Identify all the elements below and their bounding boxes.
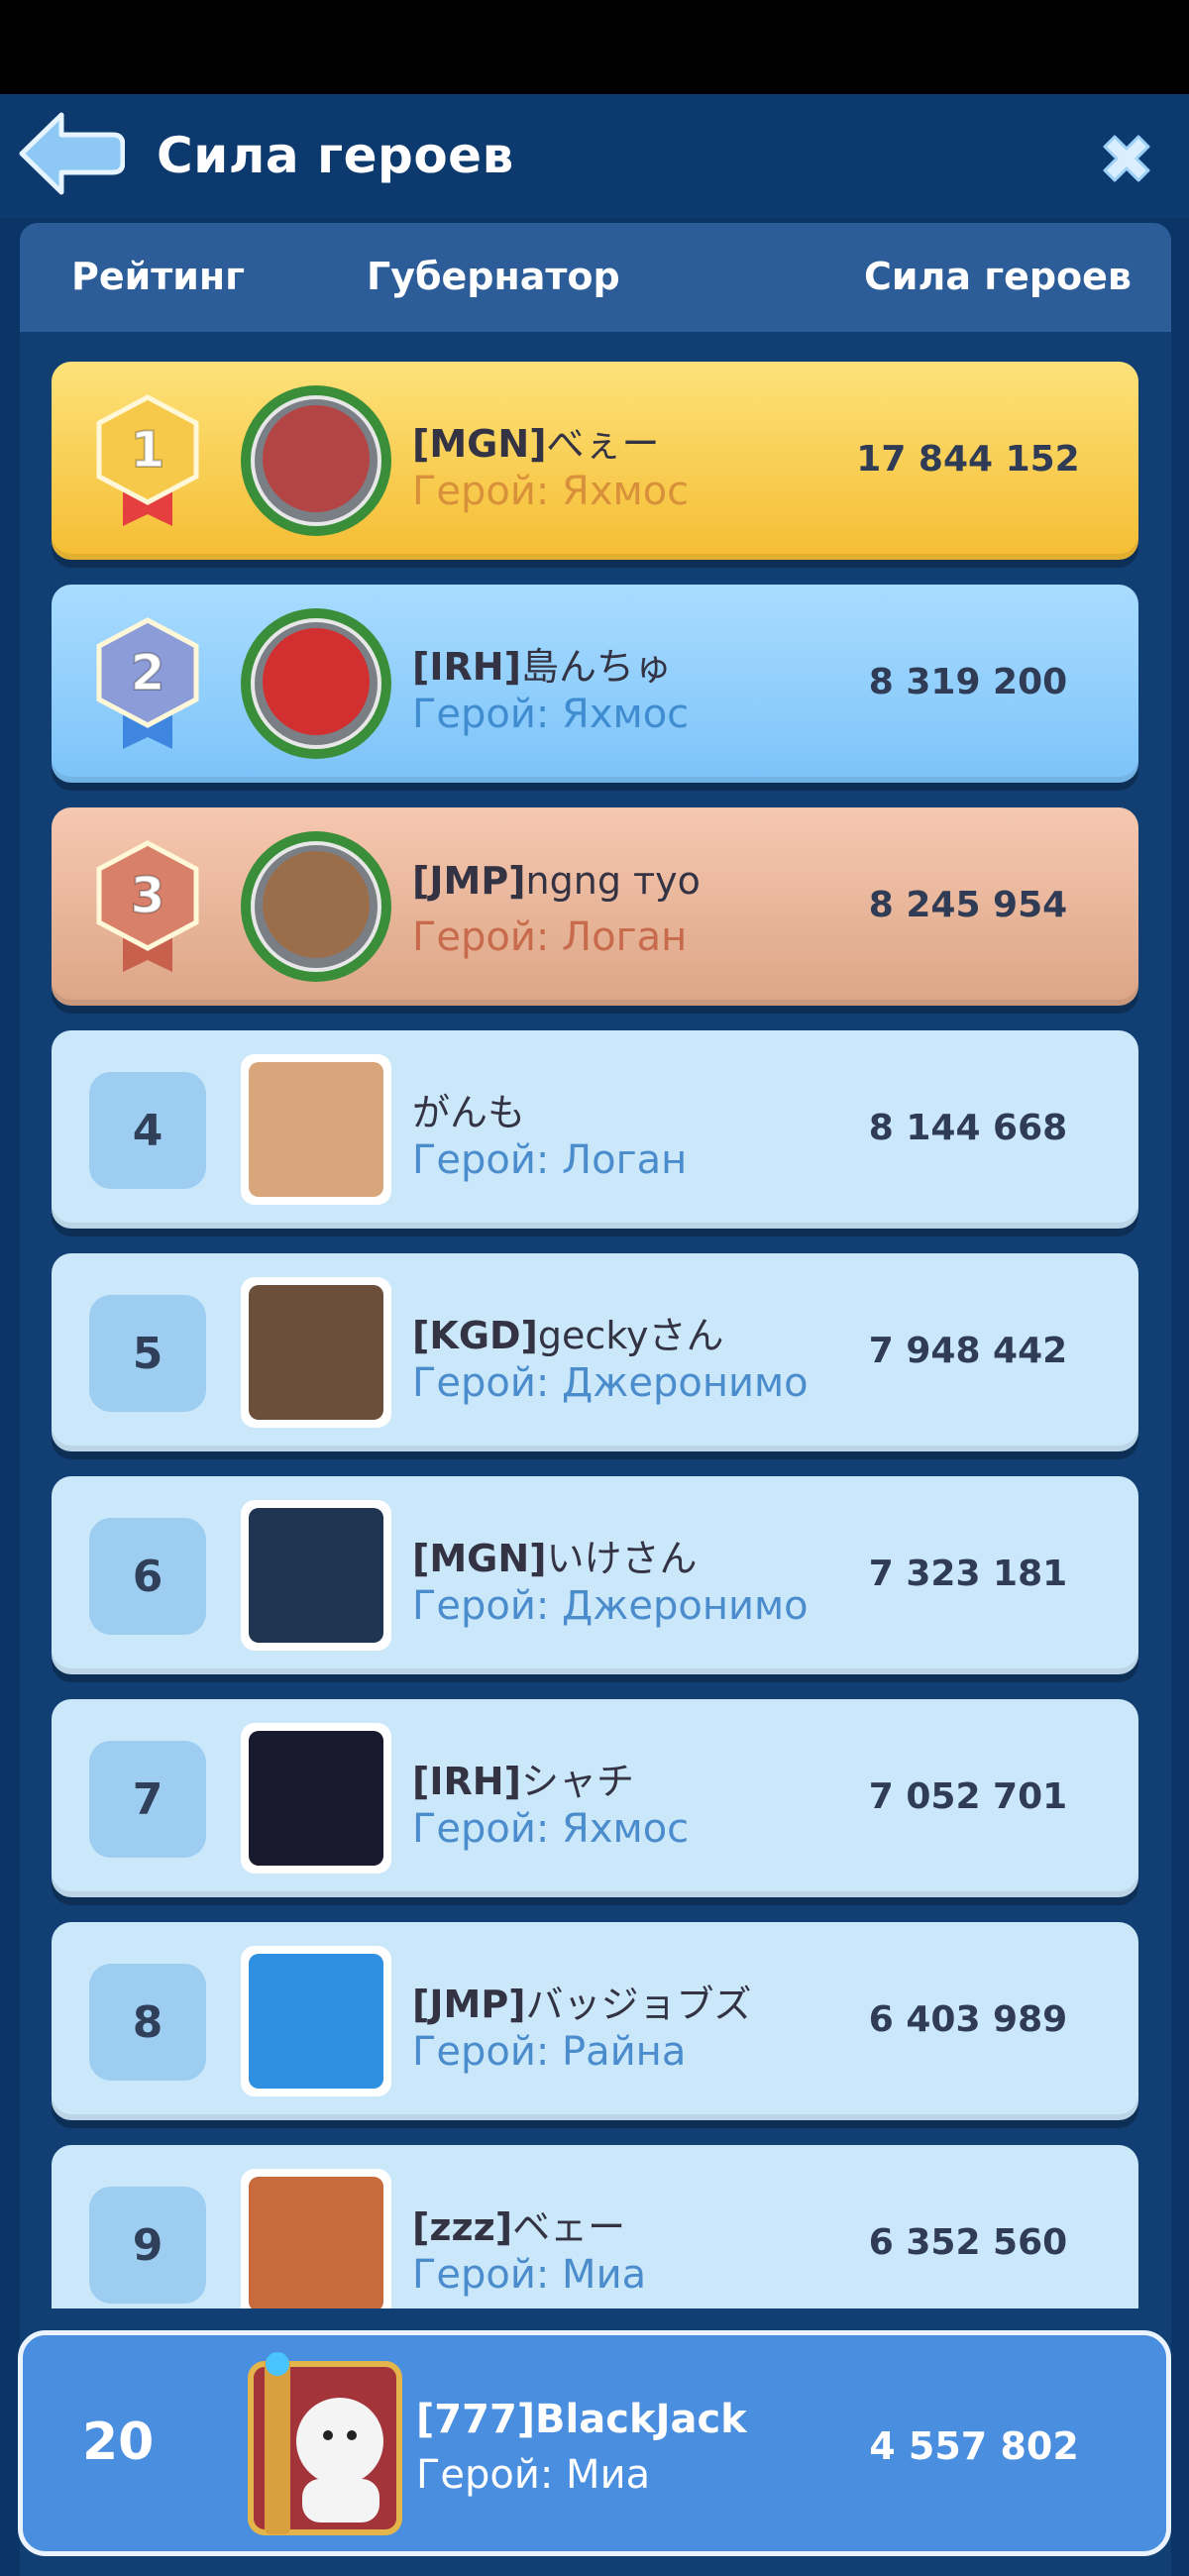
hero-power: 17 844 152 [856, 439, 1080, 480]
table-row[interactable]: 6 [MGN]いけさん Герой: Джеронимо 7 323 181 [52, 1476, 1138, 1674]
rank-number: 7 [89, 1741, 206, 1858]
player-hero: Герой: Миа [412, 2252, 647, 2298]
rank-medal-icon: 3 [96, 840, 199, 972]
my-name: [777]BlackJack [416, 2397, 747, 2442]
player-name: [MGN]べぇー [412, 422, 660, 466]
avatar[interactable] [235, 1494, 397, 1657]
avatar[interactable] [235, 1271, 397, 1434]
avatar[interactable] [235, 825, 397, 988]
avatar[interactable] [235, 1940, 397, 2102]
hero-power: 8 319 200 [868, 662, 1068, 702]
table-row[interactable]: 7 [IRH]シャチ Герой: Яхмос 7 052 701 [52, 1699, 1138, 1897]
player-name: [zzz]ベェー [412, 2205, 626, 2249]
player-name: [IRH]シャチ [412, 1760, 634, 1803]
hero-power: 8 144 668 [868, 1108, 1068, 1148]
player-name: [IRH]島んちゅ [412, 645, 672, 689]
player-name: [JMP]ngng тyo [412, 859, 701, 903]
my-rank-row[interactable]: 20 [777]BlackJack Герой: Миа 4 557 802 [18, 2330, 1171, 2556]
rank-number: 1 [131, 421, 165, 479]
hero-power: 7 323 181 [868, 1554, 1068, 1594]
hero-power: 8 245 954 [868, 885, 1068, 925]
rank-number: 6 [89, 1518, 206, 1635]
my-power: 4 557 802 [869, 2424, 1079, 2468]
player-hero: Герой: Логан [412, 1137, 688, 1183]
hero-power: 6 352 560 [868, 2222, 1068, 2263]
rank-number: 8 [89, 1964, 206, 2081]
hero-power: 7 948 442 [868, 1331, 1068, 1371]
table-row[interactable]: 2 [IRH]島んちゅ Герой: Яхмос 8 319 200 [52, 585, 1138, 783]
avatar[interactable] [235, 1048, 397, 1211]
table-row[interactable]: 4 がんも Герой: Логан 8 144 668 [52, 1030, 1138, 1229]
table-row[interactable]: 5 [KGD]geckyさん Герой: Джеронимо 7 948 442 [52, 1253, 1138, 1451]
table-row[interactable]: 1 [MGN]べぇー Герой: Яхмос 17 844 152 [52, 362, 1138, 560]
avatar[interactable] [235, 379, 397, 542]
avatar[interactable] [235, 602, 397, 765]
player-hero: Герой: Яхмос [412, 692, 690, 737]
rank-number: 4 [89, 1072, 206, 1189]
player-name: [KGD]geckyさん [412, 1314, 724, 1357]
my-hero: Герой: Миа [416, 2452, 651, 2498]
player-name: がんも [412, 1091, 526, 1134]
rank-medal-icon: 1 [96, 394, 199, 526]
hero-power: 6 403 989 [868, 1999, 1068, 2040]
avatar[interactable] [235, 2163, 397, 2308]
player-hero: Герой: Джеронимо [412, 1360, 809, 1406]
player-hero: Герой: Яхмос [412, 469, 690, 514]
rank-number: 5 [89, 1295, 206, 1412]
avatar[interactable] [235, 1717, 397, 1879]
rank-number: 3 [131, 867, 165, 924]
player-hero: Герой: Райна [412, 2029, 687, 2075]
rank-medal-icon: 2 [96, 617, 199, 749]
avatar[interactable] [243, 2350, 411, 2538]
player-hero: Герой: Логан [412, 914, 688, 960]
player-name: [MGN]いけさん [412, 1537, 698, 1580]
rank-number: 2 [131, 644, 165, 701]
table-row[interactable]: 9 [zzz]ベェー Герой: Миа 6 352 560 [52, 2145, 1138, 2308]
player-hero: Герой: Джеронимо [412, 1583, 809, 1629]
my-rank-number: 20 [82, 2413, 155, 2472]
rank-number: 9 [89, 2187, 206, 2304]
table-row[interactable]: 3 [JMP]ngng тyo Герой: Логан 8 245 954 [52, 807, 1138, 1006]
leaderboard-list[interactable]: 1 [MGN]べぇー Герой: Яхмос 17 844 152 2 [IRH]… [0, 0, 1189, 2308]
table-row[interactable]: 8 [JMP]バッジョブズ Герой: Райна 6 403 989 [52, 1922, 1138, 2120]
hero-power: 7 052 701 [868, 1776, 1068, 1817]
player-name: [JMP]バッジョブズ [412, 1983, 752, 2026]
player-hero: Герой: Яхмос [412, 1806, 690, 1852]
